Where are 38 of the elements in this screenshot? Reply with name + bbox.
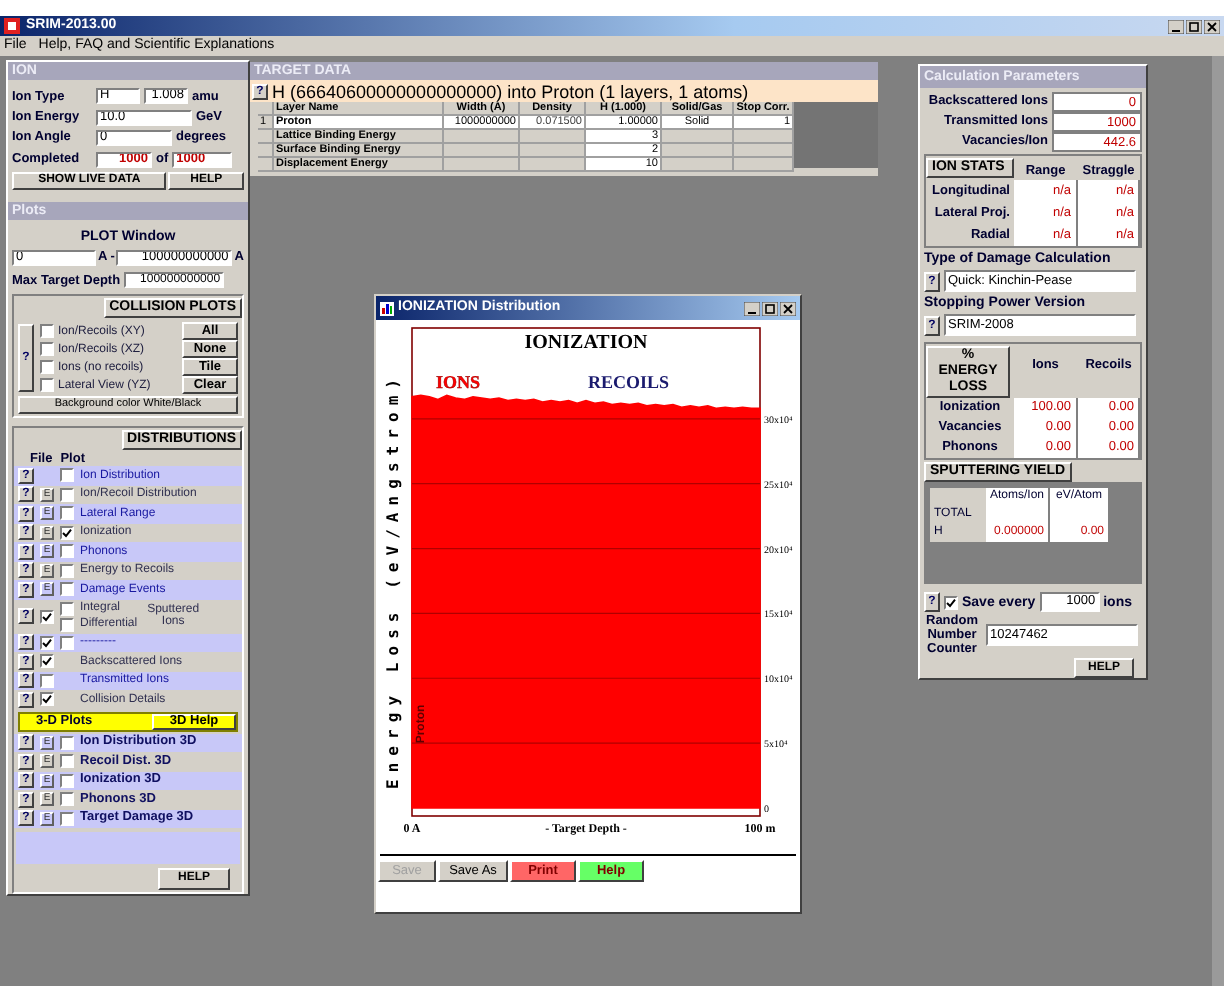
file-checkbox[interactable] bbox=[40, 692, 54, 707]
close-icon[interactable] bbox=[780, 301, 796, 315]
checkbox[interactable] bbox=[60, 792, 74, 807]
save-checkbox[interactable] bbox=[944, 595, 958, 610]
legend-label: RECOILS bbox=[588, 372, 670, 392]
checkbox[interactable] bbox=[60, 617, 74, 631]
checkbox[interactable] bbox=[60, 544, 74, 559]
legend-label: IONS bbox=[436, 372, 481, 392]
target-summary: H (66640600000000000000) into Proton (1 layers, 1 atoms) bbox=[272, 81, 749, 101]
minimize-icon[interactable] bbox=[744, 301, 760, 315]
file-checkbox[interactable] bbox=[40, 609, 54, 623]
checkbox[interactable] bbox=[40, 378, 54, 392]
checkbox[interactable] bbox=[60, 601, 74, 615]
checkbox[interactable] bbox=[60, 754, 74, 769]
checkbox[interactable] bbox=[60, 525, 74, 540]
checkbox[interactable] bbox=[60, 506, 74, 521]
chart-icon bbox=[380, 301, 394, 315]
checkbox[interactable] bbox=[40, 324, 54, 338]
checkbox[interactable] bbox=[60, 773, 74, 788]
checkbox[interactable] bbox=[60, 735, 74, 750]
close-icon[interactable] bbox=[1204, 19, 1220, 33]
checkbox[interactable] bbox=[60, 582, 74, 597]
file-checkbox[interactable] bbox=[40, 673, 54, 688]
maximize-icon[interactable] bbox=[762, 301, 778, 315]
file-checkbox[interactable] bbox=[40, 635, 54, 650]
checkbox[interactable] bbox=[60, 468, 74, 483]
checkbox[interactable] bbox=[40, 360, 54, 374]
chart-title: IONIZATION bbox=[524, 332, 648, 354]
checkbox[interactable] bbox=[60, 635, 74, 650]
empty-area bbox=[794, 102, 878, 168]
checkbox[interactable] bbox=[60, 487, 74, 502]
axis-title: Energy Loss (eV/Angstrom) bbox=[384, 379, 402, 789]
file-checkbox[interactable] bbox=[40, 654, 54, 669]
minimize-icon[interactable] bbox=[1168, 19, 1184, 33]
checkbox[interactable] bbox=[40, 342, 54, 356]
maximize-icon[interactable] bbox=[1186, 19, 1202, 33]
checkbox[interactable] bbox=[60, 563, 74, 578]
checkbox[interactable] bbox=[60, 811, 74, 826]
